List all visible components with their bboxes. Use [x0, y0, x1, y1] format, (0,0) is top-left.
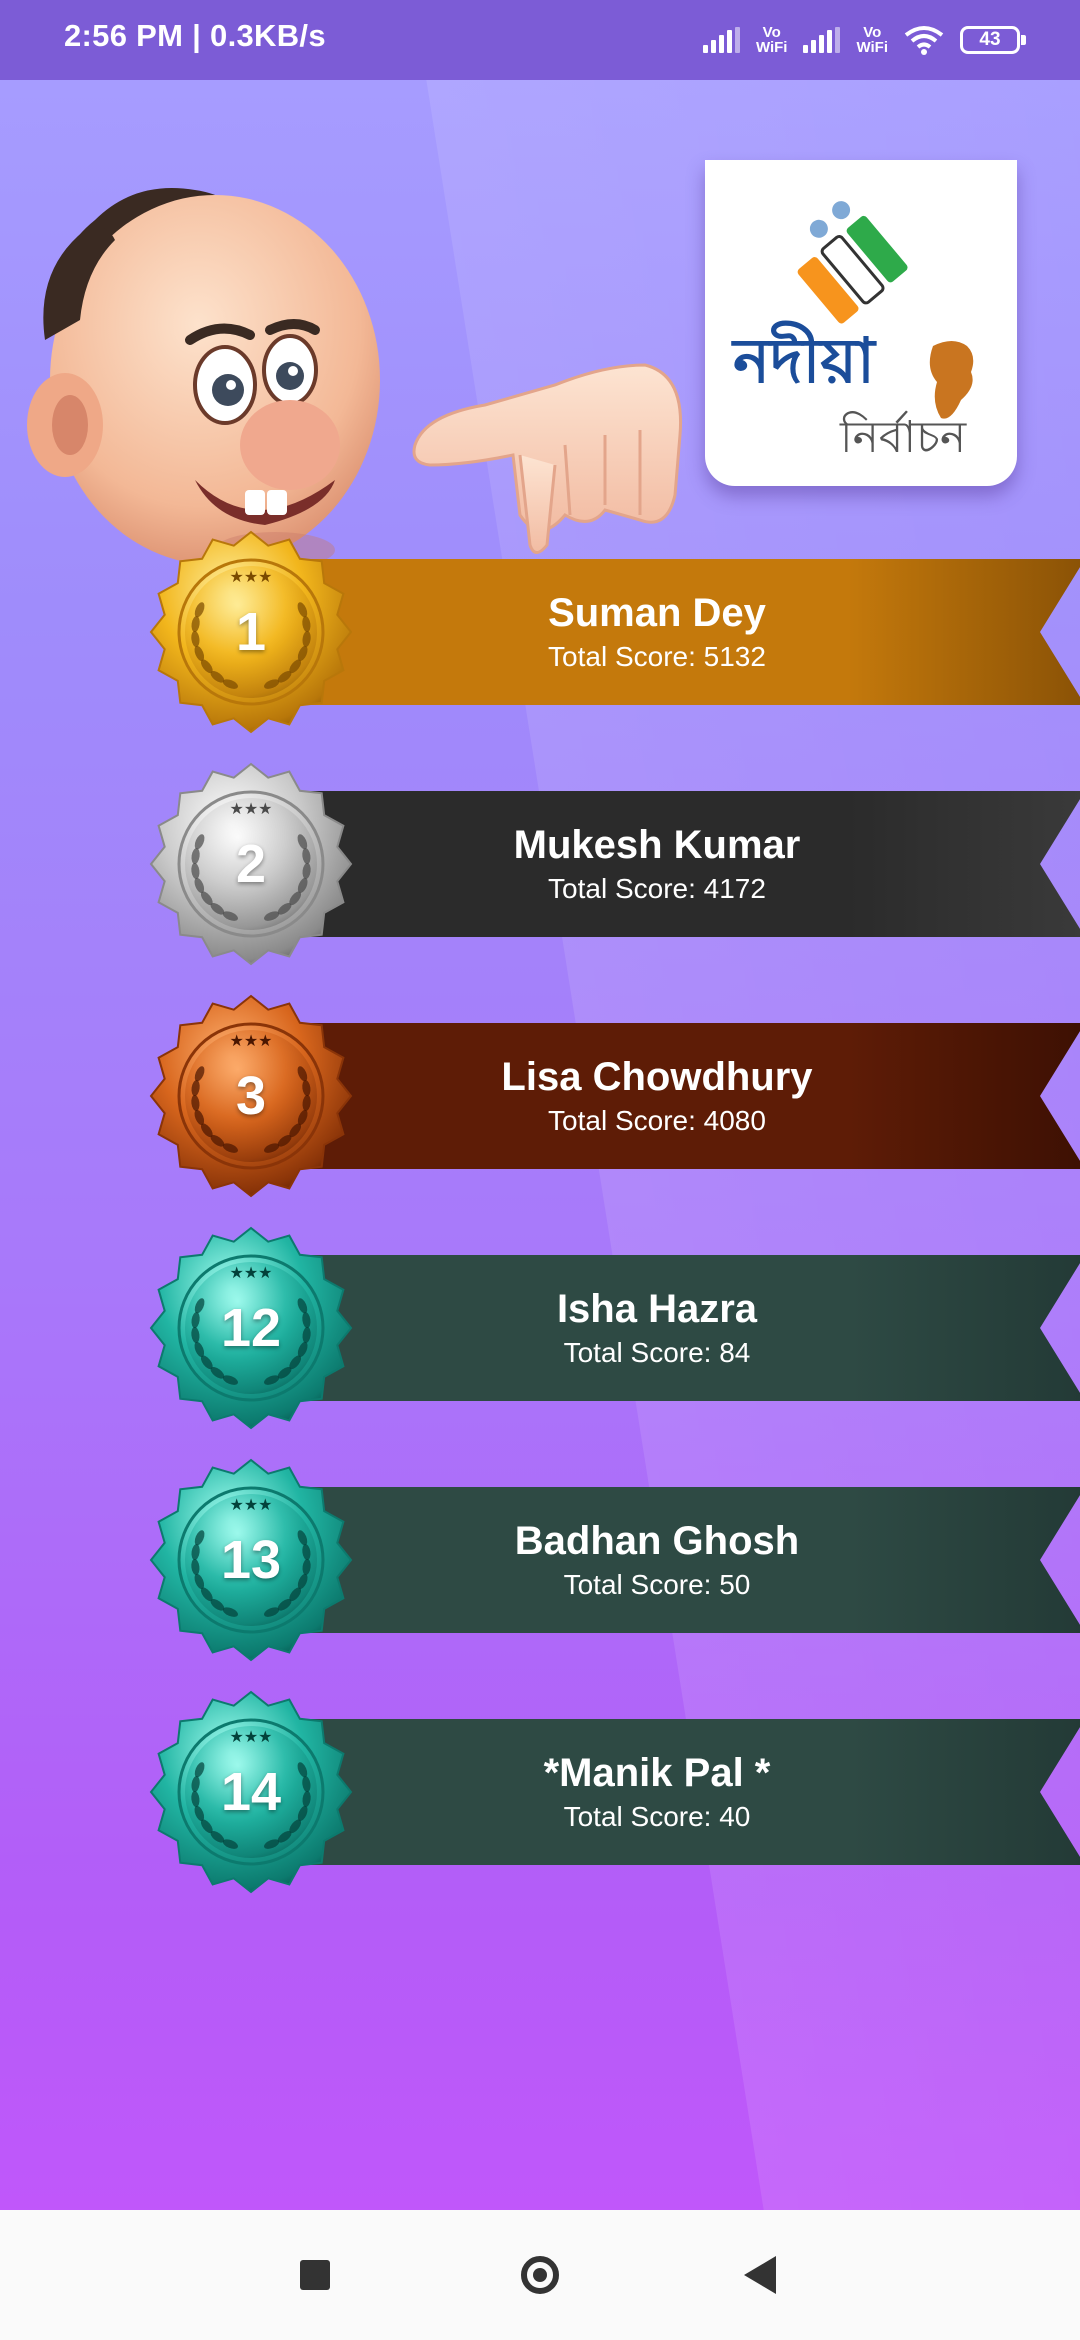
- score-ribbon: Lisa Chowdhury Total Score: 4080: [295, 1023, 1080, 1169]
- rank-number: 2: [235, 834, 267, 894]
- silver-medal-icon: ★★★ 2: [145, 762, 357, 966]
- player-name: *Manik Pal *: [543, 1751, 771, 1795]
- leaderboard-entry: *Manik Pal * Total Score: 40 ★★★ 14: [145, 1690, 1080, 1894]
- status-bar: 2:56 PM | 0.3KB/s Vo WiFi Vo WiFi 43: [0, 0, 1080, 80]
- rank-number: 14: [220, 1762, 282, 1822]
- signal-icon: [803, 27, 841, 53]
- teal-medal-icon: ★★★ 12: [145, 1226, 357, 1430]
- status-time: 2:56 PM | 0.3KB/s: [64, 18, 326, 53]
- circle-icon: [521, 2256, 559, 2294]
- rank-number: 13: [220, 1530, 282, 1590]
- mascot-face-icon: [27, 188, 380, 568]
- battery-icon: 43: [960, 26, 1026, 54]
- bronze-medal-icon: ★★★ 3: [145, 994, 357, 1198]
- ribbon-text: Badhan Ghosh Total Score: 50: [367, 1487, 947, 1633]
- vowifi-icon: Vo WiFi: [856, 24, 888, 56]
- election-commission-logo-icon: নদীয়া নির্বাচন: [731, 201, 974, 463]
- back-button[interactable]: [700, 2210, 820, 2340]
- teal-medal-icon: ★★★ 13: [145, 1458, 357, 1662]
- square-icon: [300, 2260, 330, 2290]
- signal-icon: [702, 27, 740, 53]
- score-ribbon: *Manik Pal * Total Score: 40: [295, 1719, 1080, 1865]
- leaderboard-entry: Isha Hazra Total Score: 84 ★★★ 12: [145, 1226, 1080, 1430]
- player-score: Total Score: 84: [563, 1337, 751, 1368]
- leaderboard-entry: Lisa Chowdhury Total Score: 4080 ★★★ 3: [145, 994, 1080, 1198]
- leaderboard-screen: নদীয়া নির্বাচন Suman Dey Total Score: 51…: [0, 80, 1080, 2210]
- rank-number: 1: [235, 602, 267, 662]
- score-ribbon: Isha Hazra Total Score: 84: [295, 1255, 1080, 1401]
- player-score: Total Score: 50: [563, 1569, 751, 1600]
- leaderboard-entry: Badhan Ghosh Total Score: 50 ★★★ 13: [145, 1458, 1080, 1662]
- ribbon-text: Lisa Chowdhury Total Score: 4080: [367, 1023, 947, 1169]
- ribbon-text: Isha Hazra Total Score: 84: [367, 1255, 947, 1401]
- navigation-bar: [0, 2210, 1080, 2340]
- player-score: Total Score: 4080: [548, 1105, 766, 1136]
- score-ribbon: Mukesh Kumar Total Score: 4172: [295, 791, 1080, 937]
- player-score: Total Score: 4172: [548, 873, 766, 904]
- nadia-election-logo: নদীয়া নির্বাচন: [705, 160, 1017, 486]
- vowifi-icon: Vo WiFi: [755, 24, 788, 56]
- home-button[interactable]: [480, 2210, 600, 2340]
- player-name: Badhan Ghosh: [514, 1519, 800, 1563]
- player-name: Mukesh Kumar: [513, 823, 801, 867]
- ribbon-text: Mukesh Kumar Total Score: 4172: [367, 791, 947, 937]
- pointing-hand-icon: [412, 363, 683, 554]
- battery-level: 43: [979, 29, 1001, 50]
- leaderboard-entry: Suman Dey Total Score: 5132 ★★★ 1: [145, 530, 1080, 734]
- gold-medal-icon: ★★★ 1: [145, 530, 357, 734]
- player-name: Isha Hazra: [556, 1287, 758, 1331]
- rank-number: 3: [235, 1066, 267, 1126]
- player-score: Total Score: 40: [563, 1801, 751, 1832]
- score-ribbon: Badhan Ghosh Total Score: 50: [295, 1487, 1080, 1633]
- leaderboard-entry: Mukesh Kumar Total Score: 4172 ★★★ 2: [145, 762, 1080, 966]
- triangle-back-icon: [744, 2256, 776, 2294]
- status-icons: Vo WiFi Vo WiFi 43: [702, 16, 1026, 64]
- player-name: Suman Dey: [548, 591, 766, 635]
- logo-subtitle: নির্বাচন: [839, 410, 967, 463]
- score-ribbon: Suman Dey Total Score: 5132: [295, 559, 1080, 705]
- teal-medal-icon: ★★★ 14: [145, 1690, 357, 1894]
- logo-title: নদীয়া: [731, 321, 877, 397]
- player-name: Lisa Chowdhury: [501, 1055, 813, 1099]
- ribbon-text: Suman Dey Total Score: 5132: [367, 559, 947, 705]
- player-score: Total Score: 5132: [548, 641, 766, 672]
- wifi-icon: [904, 26, 944, 55]
- rank-number: 12: [220, 1298, 282, 1358]
- ribbon-text: *Manik Pal * Total Score: 40: [367, 1719, 947, 1865]
- recents-button[interactable]: [255, 2210, 375, 2340]
